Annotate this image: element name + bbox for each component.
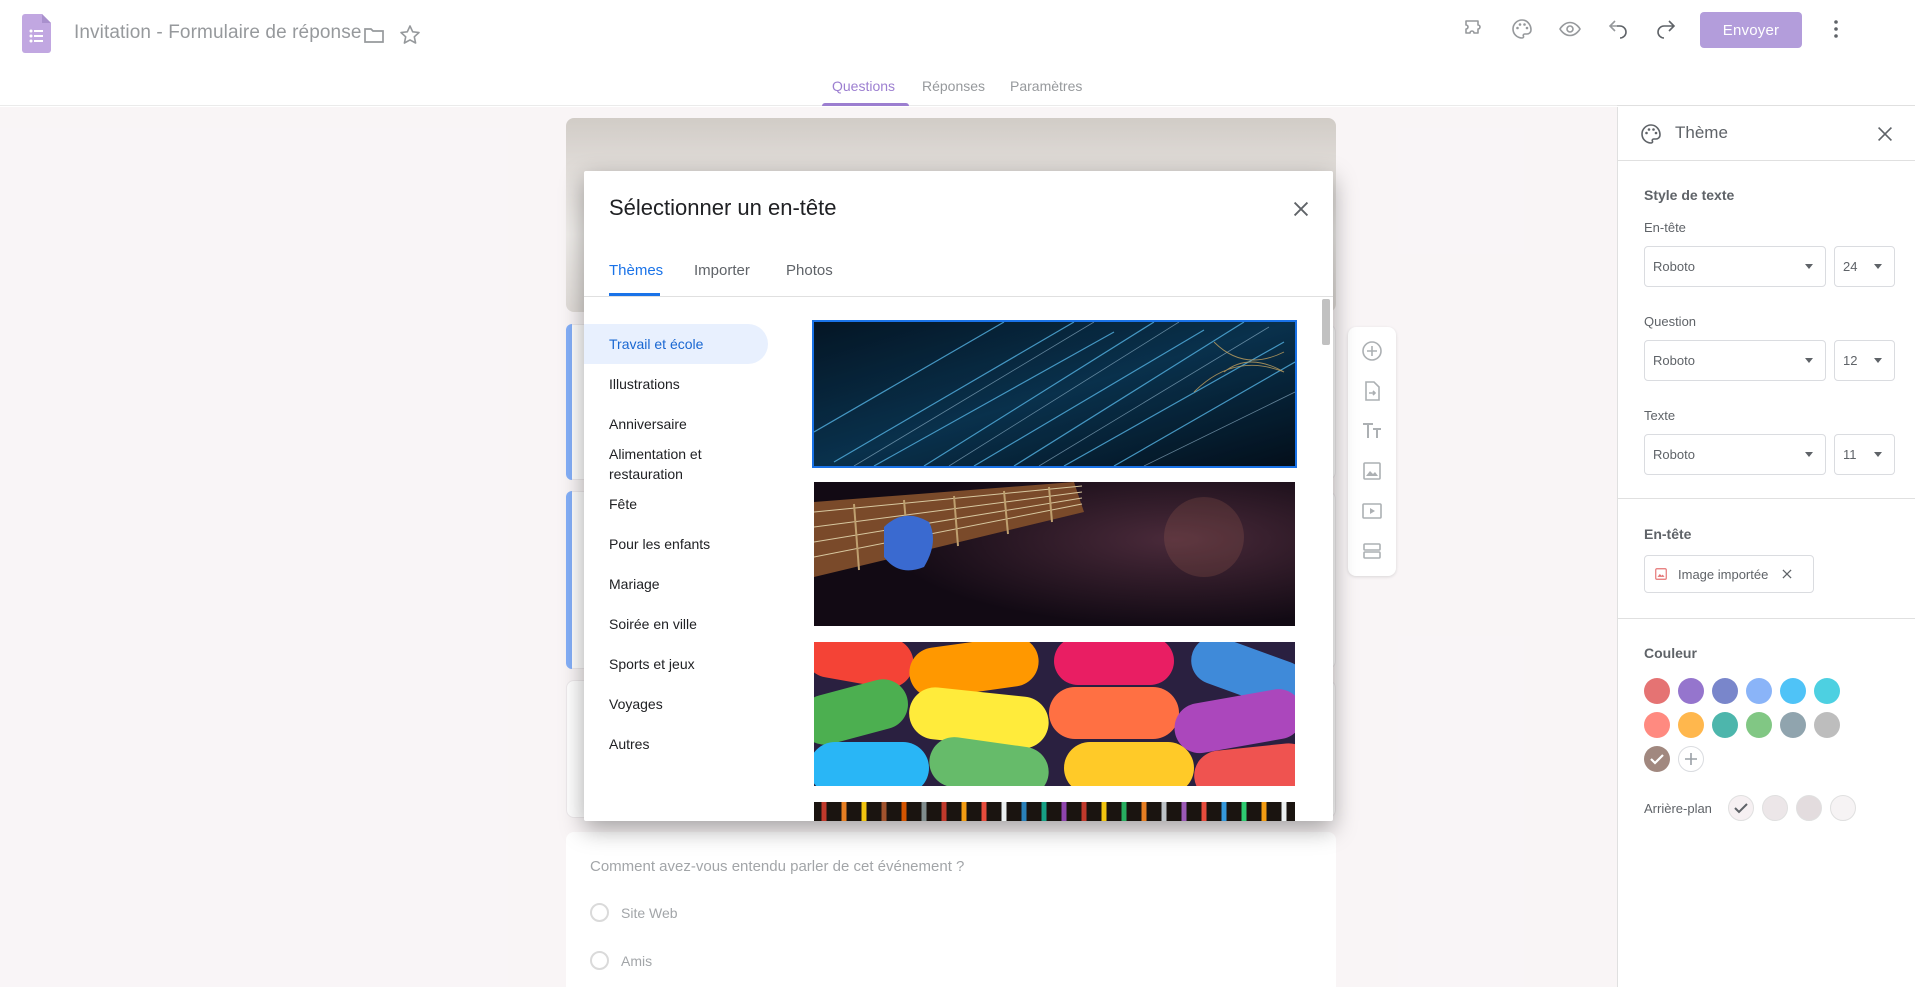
header-font-select[interactable]: Roboto xyxy=(1644,246,1826,287)
guitar-image[interactable] xyxy=(814,482,1295,626)
category-work-school[interactable]: Travail et école xyxy=(609,334,769,354)
color-swatch[interactable] xyxy=(1814,678,1840,704)
header-image-chip[interactable]: Image importée xyxy=(1644,555,1814,593)
background-swatch[interactable] xyxy=(1796,795,1822,821)
color-swatch[interactable] xyxy=(1712,712,1738,738)
panel-title: Thème xyxy=(1675,123,1728,142)
dialog-title: Sélectionner un en-tête xyxy=(609,195,837,220)
text-font-value: Roboto xyxy=(1653,447,1695,462)
category-wedding[interactable]: Mariage xyxy=(609,574,769,594)
header-size-value: 24 xyxy=(1843,259,1858,274)
section-color: Couleur xyxy=(1644,645,1697,661)
close-icon[interactable] xyxy=(1874,123,1896,145)
color-swatch[interactable] xyxy=(1746,712,1772,738)
check-icon xyxy=(1650,754,1664,765)
question-font-select[interactable]: Roboto xyxy=(1644,340,1826,381)
dialog-scrollbar[interactable] xyxy=(1321,297,1331,821)
chevron-down-icon xyxy=(1805,452,1813,457)
color-swatch[interactable] xyxy=(1678,678,1704,704)
header-font-value: Roboto xyxy=(1653,259,1695,274)
divider xyxy=(1618,618,1915,619)
header-chip-label: Image importée xyxy=(1678,566,1769,582)
chevron-down-icon xyxy=(1805,264,1813,269)
color-swatch[interactable] xyxy=(1780,678,1806,704)
divider xyxy=(1618,160,1915,161)
divider xyxy=(584,296,1333,297)
background-swatch[interactable] xyxy=(1762,795,1788,821)
image-icon xyxy=(1655,568,1667,580)
scrollbar-thumb[interactable] xyxy=(1322,299,1330,345)
theme-panel: Thème Style de texte En-tête Roboto 24 Q… xyxy=(1617,107,1915,987)
category-night-out[interactable]: Soirée en ville xyxy=(609,614,769,634)
category-kids[interactable]: Pour les enfants xyxy=(609,534,769,554)
header-picker-dialog: Sélectionner un en-tête Thèmes Importer … xyxy=(584,171,1333,821)
tab-import[interactable]: Importer xyxy=(694,262,750,279)
category-sports-games[interactable]: Sports et jeux xyxy=(609,654,769,674)
text-font-select[interactable]: Roboto xyxy=(1644,434,1826,475)
section-text-style: Style de texte xyxy=(1644,187,1735,203)
background-swatch-selected[interactable] xyxy=(1728,795,1754,821)
color-swatch[interactable] xyxy=(1644,678,1670,704)
candy-image[interactable] xyxy=(814,642,1295,786)
fiber-optics-image[interactable] xyxy=(812,320,1297,468)
remove-icon[interactable] xyxy=(1780,567,1794,581)
color-swatch-selected[interactable] xyxy=(1644,746,1670,772)
tab-themes[interactable]: Thèmes xyxy=(609,262,663,279)
add-color-icon[interactable] xyxy=(1678,746,1704,772)
header-font-label: En-tête xyxy=(1644,220,1686,235)
color-swatch[interactable] xyxy=(1814,712,1840,738)
color-swatch[interactable] xyxy=(1712,678,1738,704)
text-size-value: 11 xyxy=(1843,447,1857,462)
redo-icon[interactable] xyxy=(1649,12,1683,46)
check-icon xyxy=(1734,803,1748,814)
close-icon[interactable] xyxy=(1287,195,1315,223)
more-icon[interactable] xyxy=(1819,12,1853,46)
background-label: Arrière-plan xyxy=(1644,801,1712,816)
color-swatch[interactable] xyxy=(1644,712,1670,738)
chevron-down-icon xyxy=(1805,358,1813,363)
divider xyxy=(1618,498,1915,499)
header-size-select[interactable]: 24 xyxy=(1834,246,1895,287)
category-birthday[interactable]: Anniversaire xyxy=(609,414,769,434)
question-size-value: 12 xyxy=(1843,353,1858,368)
color-swatch[interactable] xyxy=(1780,712,1806,738)
question-size-select[interactable]: 12 xyxy=(1834,340,1895,381)
category-food[interactable]: Alimentation et restauration xyxy=(609,444,769,484)
category-illustrations[interactable]: Illustrations xyxy=(609,374,769,394)
send-button[interactable]: Envoyer xyxy=(1700,12,1802,48)
question-font-label: Question xyxy=(1644,314,1697,329)
category-party[interactable]: Fête xyxy=(609,494,769,514)
chevron-down-icon xyxy=(1874,358,1882,363)
color-swatch[interactable] xyxy=(1746,678,1772,704)
chevron-down-icon xyxy=(1874,264,1882,269)
category-others[interactable]: Autres xyxy=(609,734,769,754)
text-size-select[interactable]: 11 xyxy=(1834,434,1895,475)
section-header: En-tête xyxy=(1644,526,1692,542)
chevron-down-icon xyxy=(1874,452,1882,457)
color-swatch[interactable] xyxy=(1678,712,1704,738)
tab-photos[interactable]: Photos xyxy=(786,262,833,279)
background-swatch[interactable] xyxy=(1830,795,1856,821)
text-font-label: Texte xyxy=(1644,408,1676,423)
question-font-value: Roboto xyxy=(1653,353,1695,368)
category-travel[interactable]: Voyages xyxy=(609,694,769,714)
palette-icon xyxy=(1641,124,1661,144)
yarn-image[interactable] xyxy=(814,802,1295,821)
